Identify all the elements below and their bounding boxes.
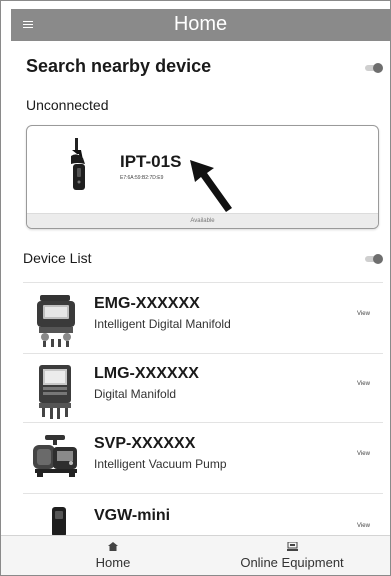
nearby-device-mac: E7:6A:59:B2:7D:E9 (120, 175, 164, 181)
app-screen: Home Search nearby device Unconnected IP… (0, 0, 391, 576)
search-nearby-title: Search nearby device (26, 56, 212, 76)
list-divider (23, 493, 383, 494)
home-icon (108, 542, 118, 551)
page-title: Home (173, 13, 228, 35)
device-name: SVP-XXXXXX (94, 435, 196, 452)
view-button[interactable]: View (357, 381, 370, 387)
device-name: EMG-XXXXXX (94, 295, 200, 312)
device-description: Digital Manifold (94, 387, 177, 401)
search-nearby-toggle[interactable] (365, 63, 383, 73)
list-divider (23, 353, 383, 354)
device-list-toggle[interactable] (365, 254, 383, 264)
list-item-lmg[interactable]: LMG-XXXXXX Digital Manifold View (1, 357, 390, 423)
vacuum-gauge-image (52, 507, 66, 537)
device-status-text: Available (190, 218, 215, 224)
pointer-arrow-icon (190, 160, 232, 212)
list-divider (23, 282, 383, 283)
list-item-emg[interactable]: EMG-XXXXXX Intelligent Digital Manifold … (1, 287, 390, 353)
pressure-transducer-image (71, 138, 85, 190)
nav-tab-home[interactable]: Home (63, 536, 163, 575)
nav-tab-online-equipment-label: Online Equipment (240, 555, 344, 570)
device-name: LMG-XXXXXX (94, 365, 199, 382)
view-button[interactable]: View (357, 523, 370, 529)
view-button[interactable]: View (357, 311, 370, 317)
nav-tab-online-equipment[interactable]: Online Equipment (227, 536, 357, 575)
manifold-image (39, 365, 71, 419)
equipment-icon (286, 542, 298, 551)
nearby-device-name: IPT-01S (120, 152, 182, 171)
nearby-device-card[interactable]: IPT-01S E7:6A:59:B2:7D:E9 Available (26, 125, 379, 229)
unconnected-label: Unconnected (26, 97, 109, 113)
device-description: Intelligent Vacuum Pump (94, 457, 227, 471)
list-divider (23, 422, 383, 423)
device-list-label: Device List (23, 250, 92, 266)
digital-manifold-image (37, 295, 75, 347)
list-item-svp[interactable]: SVP-XXXXXX Intelligent Vacuum Pump View (1, 427, 390, 493)
view-button[interactable]: View (357, 451, 370, 457)
device-description: Intelligent Digital Manifold (94, 317, 231, 331)
top-app-bar: Home (11, 9, 390, 41)
bottom-navigation: Home Online Equipment (1, 535, 390, 575)
nav-tab-home-label: Home (95, 555, 131, 570)
vacuum-pump-image (33, 435, 77, 477)
device-name: VGW-mini (94, 507, 171, 524)
card-status-bar: Available (27, 213, 378, 228)
